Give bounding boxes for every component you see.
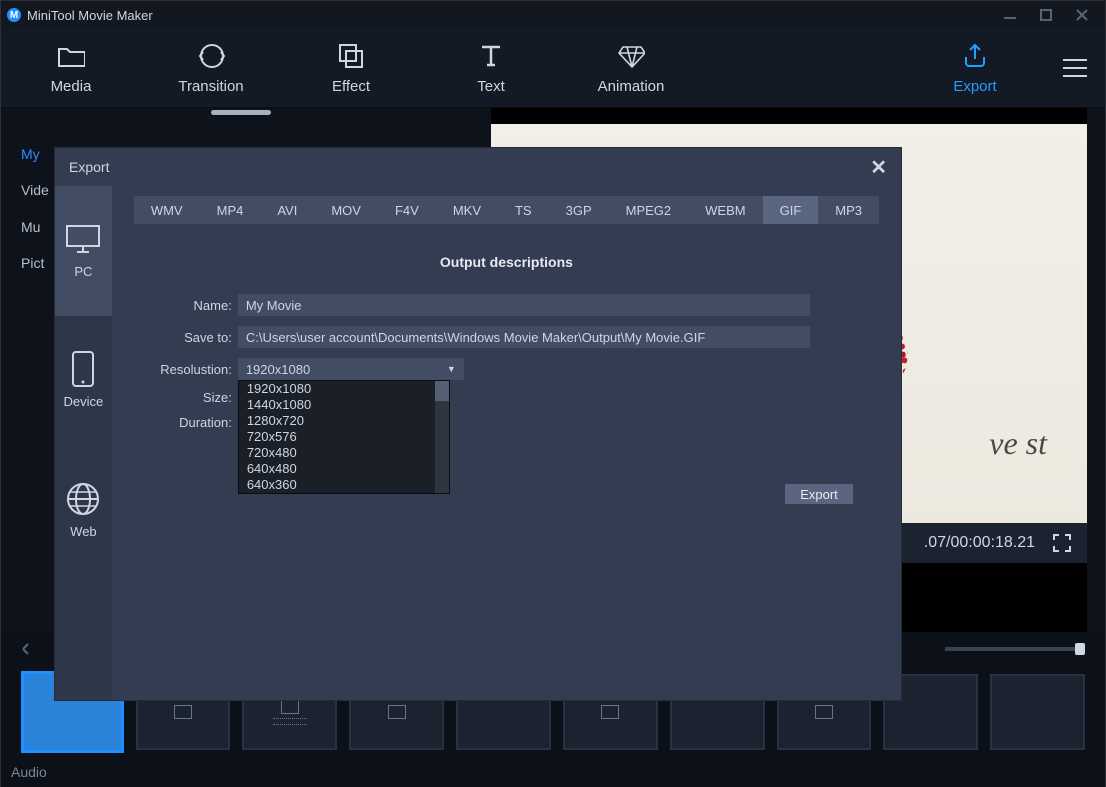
export-confirm-button[interactable]: Export xyxy=(785,484,853,504)
preview-overlay-text: ve st xyxy=(989,425,1047,462)
media-tab-video[interactable]: Vide xyxy=(21,172,49,208)
resolution-option[interactable]: 1280x720 xyxy=(239,413,449,429)
transition-icon xyxy=(197,42,225,70)
tab-animation[interactable]: Animation xyxy=(561,42,701,95)
diamond-icon xyxy=(617,42,645,70)
media-category-tabs: My Vide Mu Pict xyxy=(21,136,49,282)
audio-track-label: Audio xyxy=(1,758,1105,786)
text-icon xyxy=(477,42,505,70)
export-destination-tabs: PC Device Web xyxy=(55,186,112,700)
name-label: Name: xyxy=(134,298,232,313)
tab-text[interactable]: Text xyxy=(421,42,561,95)
export-dest-pc[interactable]: PC xyxy=(55,186,112,316)
format-tab-f4v[interactable]: F4V xyxy=(378,196,436,224)
titlebar: M MiniTool Movie Maker xyxy=(1,1,1105,29)
resolution-option[interactable]: 640x480 xyxy=(239,461,449,477)
format-tab-webm[interactable]: WEBM xyxy=(688,196,762,224)
resolution-option[interactable]: 720x480 xyxy=(239,445,449,461)
phone-icon xyxy=(63,354,103,384)
format-tab-wmv[interactable]: WMV xyxy=(134,196,200,224)
minimize-icon[interactable] xyxy=(1003,8,1017,22)
export-button[interactable]: Export xyxy=(905,42,1045,95)
export-dest-device[interactable]: Device xyxy=(55,316,112,446)
folder-icon xyxy=(57,42,85,70)
dropdown-scrollbar[interactable] xyxy=(435,381,449,493)
resolution-label: Resolustion: xyxy=(134,362,232,377)
format-tab-mp3[interactable]: MP3 xyxy=(818,196,879,224)
format-tab-mov[interactable]: MOV xyxy=(314,196,378,224)
chevron-down-icon: ▼ xyxy=(447,364,456,374)
menu-button[interactable] xyxy=(1045,57,1105,79)
export-dialog: Export ✕ PC Device Web WMVMP4AV xyxy=(55,148,901,700)
name-input[interactable] xyxy=(238,294,810,316)
format-tab-ts[interactable]: TS xyxy=(498,196,549,224)
resolution-option[interactable]: 1920x1080 xyxy=(239,381,449,397)
media-tab-my[interactable]: My xyxy=(21,136,49,172)
tab-transition[interactable]: Transition xyxy=(141,42,281,95)
app-window: M MiniTool Movie Maker Media Transition … xyxy=(0,0,1106,787)
hamburger-icon xyxy=(1061,57,1089,79)
export-dest-web[interactable]: Web xyxy=(55,446,112,576)
format-tab-avi[interactable]: AVI xyxy=(260,196,314,224)
resolution-option[interactable]: 1440x1080 xyxy=(239,397,449,413)
format-tab-mp4[interactable]: MP4 xyxy=(200,196,261,224)
media-tab-picture[interactable]: Pict xyxy=(21,245,49,281)
main-toolbar: Media Transition Effect Text Animation E… xyxy=(1,29,1105,108)
format-tab-mpeg2[interactable]: MPEG2 xyxy=(609,196,689,224)
app-logo-icon: M xyxy=(7,8,21,22)
zoom-slider[interactable] xyxy=(945,647,1085,651)
maximize-icon[interactable] xyxy=(1039,8,1053,22)
format-tab-gif[interactable]: GIF xyxy=(763,196,819,224)
size-label: Size: xyxy=(134,390,232,405)
timeline-clip[interactable] xyxy=(990,674,1085,750)
dialog-title: Export xyxy=(69,159,109,175)
media-tab-music[interactable]: Mu xyxy=(21,209,49,245)
tab-effect[interactable]: Effect xyxy=(281,42,421,95)
time-display: .07/00:00:18.21 xyxy=(924,534,1035,552)
export-icon xyxy=(961,42,989,70)
output-descriptions-title: Output descriptions xyxy=(134,254,879,270)
resolution-dropdown: 1920x10801440x10801280x720720x576720x480… xyxy=(238,380,450,494)
monitor-icon xyxy=(63,224,103,254)
saveto-input[interactable] xyxy=(238,326,810,348)
effect-icon xyxy=(337,42,365,70)
resolution-select[interactable]: 1920x1080 ▼ xyxy=(238,358,464,380)
resolution-option[interactable]: 720x576 xyxy=(239,429,449,445)
dialog-close-icon[interactable]: ✕ xyxy=(870,155,887,180)
saveto-label: Save to: xyxy=(134,330,232,345)
close-icon[interactable] xyxy=(1075,8,1089,22)
duration-label: Duration: xyxy=(134,415,232,430)
timeline-tools-icon[interactable] xyxy=(21,642,41,656)
media-scrollbar[interactable] xyxy=(211,110,271,115)
fullscreen-icon[interactable] xyxy=(1053,534,1071,552)
tab-media[interactable]: Media xyxy=(1,42,141,95)
resolution-option[interactable]: 640x360 xyxy=(239,477,449,493)
format-tabs: WMVMP4AVIMOVF4VMKVTS3GPMPEG2WEBMGIFMP3 xyxy=(134,196,879,224)
format-tab-3gp[interactable]: 3GP xyxy=(549,196,609,224)
format-tab-mkv[interactable]: MKV xyxy=(436,196,498,224)
globe-icon xyxy=(63,484,103,514)
app-title: MiniTool Movie Maker xyxy=(27,8,153,23)
